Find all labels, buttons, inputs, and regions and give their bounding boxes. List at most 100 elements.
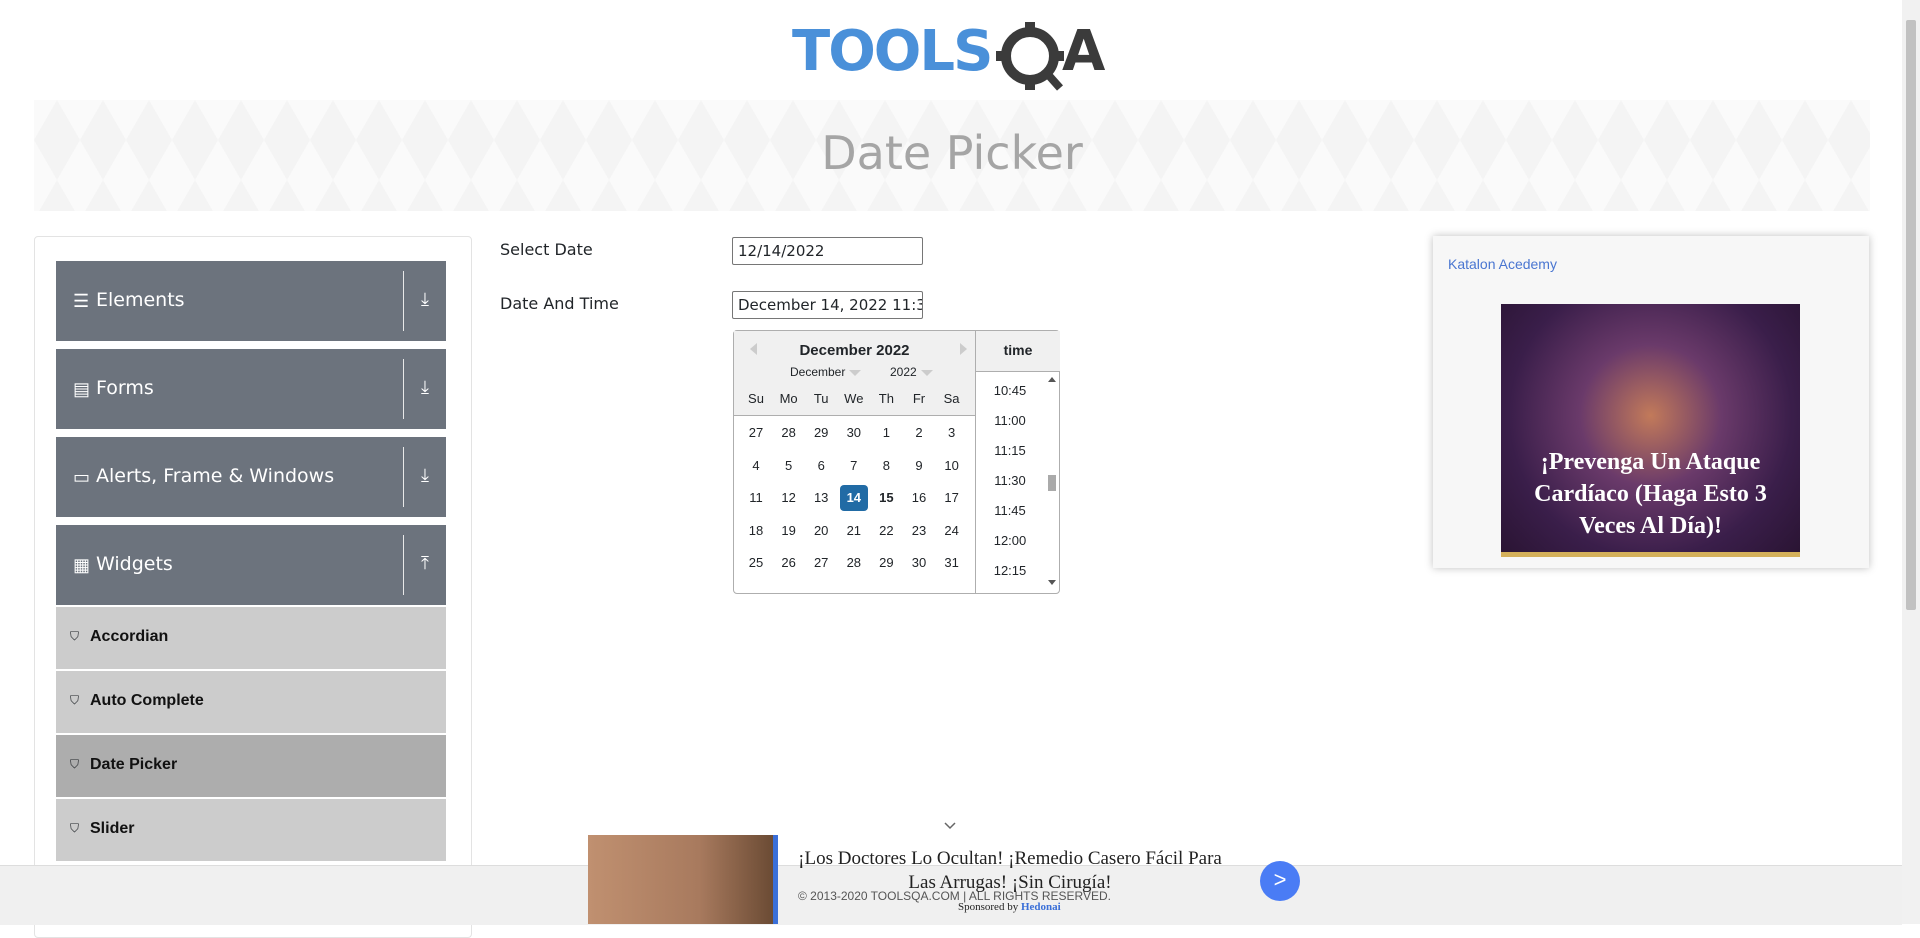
sidebar-item-label: Date Picker bbox=[90, 756, 178, 773]
time-scrollbar[interactable] bbox=[1046, 375, 1058, 587]
ad-alt-text[interactable]: Katalon Acedemy bbox=[1448, 256, 1557, 272]
ad-accent-bar bbox=[773, 835, 778, 924]
weekday-header: Sa bbox=[943, 391, 960, 406]
calendar-day[interactable]: 4 bbox=[742, 453, 770, 479]
calendar-day[interactable]: 19 bbox=[775, 518, 803, 544]
calendar-day[interactable]: 7 bbox=[840, 453, 868, 479]
ad-headline: ¡Prevenga Un Ataque Cardíaco (Haga Esto … bbox=[1534, 449, 1767, 539]
bottom-advertisement[interactable]: ¡Los Doctores Lo Ocultan! ¡Remedio Caser… bbox=[588, 835, 1300, 924]
select-date-input[interactable]: 12/14/2022 bbox=[732, 237, 923, 265]
calendar-day[interactable]: 29 bbox=[807, 420, 835, 446]
calendar-day[interactable]: 8 bbox=[872, 453, 900, 479]
year-dropdown[interactable]: 2022 bbox=[890, 365, 933, 379]
html5-icon: ⛉ bbox=[70, 821, 80, 835]
sidebar-group-widgets[interactable]: ▦ Widgets ⤒ bbox=[56, 525, 446, 605]
calendar-day[interactable]: 28 bbox=[775, 420, 803, 446]
toolsqa-logo[interactable]: TOOLS A TOOLSQA bbox=[790, 14, 1120, 92]
page-title: Date Picker bbox=[821, 126, 1083, 180]
hamburger-icon: ☰ bbox=[73, 291, 90, 311]
sidebar-group-elements[interactable]: ☰ Elements ⤓ bbox=[56, 261, 446, 341]
calendar-day[interactable]: 20 bbox=[807, 518, 835, 544]
sponsor-link[interactable]: Hedonai bbox=[1021, 901, 1061, 913]
time-option[interactable]: 12:00 bbox=[976, 533, 1044, 548]
calendar-day[interactable]: 30 bbox=[840, 420, 868, 446]
time-option[interactable]: 12:15 bbox=[976, 563, 1044, 578]
weekday-header: Th bbox=[878, 391, 894, 406]
download-arrow-icon: ⤓ bbox=[421, 289, 429, 309]
calendar-day[interactable]: 27 bbox=[807, 550, 835, 576]
calendar-day[interactable]: 5 bbox=[775, 453, 803, 479]
sidebar-item-label: Slider bbox=[90, 820, 135, 837]
calendar-day[interactable]: 2 bbox=[905, 420, 933, 446]
html5-icon: ⛉ bbox=[70, 629, 80, 643]
scrollbar-thumb[interactable] bbox=[1906, 20, 1916, 610]
time-option[interactable]: 11:45 bbox=[976, 503, 1044, 518]
calendar-day[interactable]: 25 bbox=[742, 550, 770, 576]
sidebar-item-slider[interactable]: ⛉ Slider bbox=[56, 799, 446, 863]
date-time-input[interactable]: December 14, 2022 11:36 bbox=[732, 291, 923, 319]
calendar-day[interactable]: 21 bbox=[840, 518, 868, 544]
calendar-day[interactable]: 12 bbox=[775, 485, 803, 511]
group-divider bbox=[403, 535, 404, 595]
sidebar-item-accordian[interactable]: ⛉ Accordian bbox=[56, 607, 446, 671]
sidebar-item-date-picker[interactable]: ⛉ Date Picker bbox=[56, 735, 446, 799]
group-label: Elements bbox=[96, 289, 185, 311]
time-option[interactable]: 10:45 bbox=[976, 383, 1044, 398]
sidebar-item-label: Auto Complete bbox=[90, 692, 204, 709]
date-time-label: Date And Time bbox=[500, 294, 619, 313]
sponsored-prefix: Sponsored by bbox=[958, 901, 1019, 913]
ad-thumbnail[interactable] bbox=[588, 835, 773, 924]
selected-day[interactable]: 14 bbox=[839, 485, 868, 511]
calendar-day[interactable]: 18 bbox=[742, 518, 770, 544]
select-date-label: Select Date bbox=[500, 240, 593, 259]
sidebar-item-auto-complete[interactable]: ⛉ Auto Complete bbox=[56, 671, 446, 735]
calendar-day[interactable]: 30 bbox=[905, 550, 933, 576]
calendar-day[interactable]: 26 bbox=[775, 550, 803, 576]
calendar-day[interactable]: 10 bbox=[938, 453, 966, 479]
calendar-day[interactable]: 22 bbox=[872, 518, 900, 544]
group-label: Widgets bbox=[96, 553, 173, 575]
ad-image[interactable]: ¡Prevenga Un Ataque Cardíaco (Haga Esto … bbox=[1501, 304, 1800, 557]
html5-icon: ⛉ bbox=[70, 693, 80, 707]
svg-text:TOOLS: TOOLS bbox=[792, 19, 991, 84]
weekday-header: Su bbox=[748, 391, 764, 406]
chevron-down-icon[interactable] bbox=[944, 820, 956, 832]
weekday-header: Tu bbox=[813, 391, 829, 406]
widgets-icon: ▦ bbox=[73, 555, 91, 575]
calendar-day[interactable]: 17 bbox=[938, 485, 966, 511]
current-month-title: December 2022 bbox=[799, 342, 910, 359]
time-option[interactable]: 11:15 bbox=[976, 443, 1044, 458]
calendar-day[interactable]: 1 bbox=[872, 420, 900, 446]
sidebar-item-label: Accordian bbox=[90, 628, 169, 645]
date-time-picker: December 2022 December 2022 Su Mo Tu We Th Fr… bbox=[733, 330, 1060, 594]
calendar-day[interactable]: 16 bbox=[905, 485, 933, 511]
time-list: time 10:45 11:00 11:15 11:30 11:45 12:00 12:15 bbox=[975, 331, 1060, 593]
download-arrow-icon: ⤓ bbox=[421, 465, 429, 485]
sidebar-advertisement[interactable]: Katalon Acedemy ¡Prevenga Un Ataque Card… bbox=[1433, 236, 1869, 568]
time-option[interactable]: 11:00 bbox=[976, 413, 1044, 428]
calendar-day[interactable]: 9 bbox=[905, 453, 933, 479]
group-divider bbox=[403, 271, 404, 331]
calendar-header: December 2022 December 2022 Su Mo Tu We Th Fr… bbox=[734, 331, 975, 416]
calendar-day[interactable]: 11 bbox=[742, 485, 770, 511]
calendar-day[interactable]: 24 bbox=[938, 518, 966, 544]
form-icon: ▤ bbox=[73, 379, 91, 399]
calendar-day[interactable]: 3 bbox=[938, 420, 966, 446]
calendar-day[interactable]: 31 bbox=[938, 550, 966, 576]
calendar-day[interactable]: 15 bbox=[872, 485, 900, 511]
calendar-day[interactable]: 23 bbox=[905, 518, 933, 544]
bottom-ad-headline[interactable]: ¡Los Doctores Lo Ocultan! ¡Remedio Caser… bbox=[790, 847, 1230, 895]
ad-go-button[interactable]: > bbox=[1260, 861, 1300, 901]
sidebar-group-forms[interactable]: ▤ Forms ⤓ bbox=[56, 349, 446, 429]
logo-text: TOOLSQA bbox=[1120, 14, 1121, 15]
calendar-day[interactable]: 28 bbox=[840, 550, 868, 576]
month-dropdown[interactable]: December bbox=[790, 365, 861, 379]
calendar-day[interactable]: 6 bbox=[807, 453, 835, 479]
page-scrollbar[interactable] bbox=[1902, 0, 1920, 924]
sidebar-group-alerts[interactable]: ▭ Alerts, Frame & Windows ⤓ bbox=[56, 437, 446, 517]
calendar-day[interactable]: 29 bbox=[872, 550, 900, 576]
page-header-banner: Date Picker bbox=[34, 100, 1870, 211]
calendar-day[interactable]: 27 bbox=[742, 420, 770, 446]
time-option[interactable]: 11:30 bbox=[976, 473, 1044, 488]
calendar-day[interactable]: 13 bbox=[807, 485, 835, 511]
